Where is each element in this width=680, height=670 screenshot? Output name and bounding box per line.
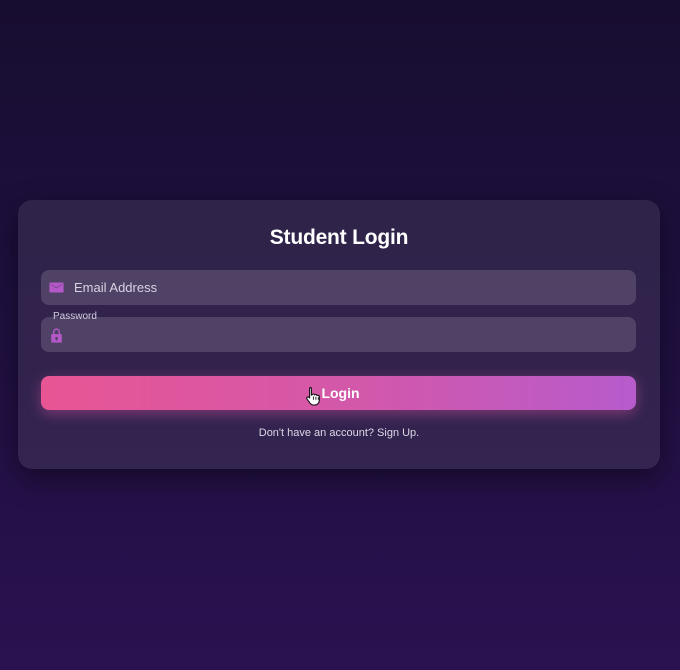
email-field[interactable]: Email Address <box>41 270 636 305</box>
login-button-label: Login <box>321 385 360 401</box>
email-placeholder: Email Address <box>74 280 158 295</box>
signup-link[interactable]: Don't have an account? Sign Up. <box>18 427 660 439</box>
login-card: Student Login Email Address Password Log… <box>18 200 660 469</box>
envelope-icon <box>48 279 65 296</box>
password-label: Password <box>53 311 97 322</box>
password-field[interactable] <box>41 317 636 352</box>
hand-pointer-icon <box>306 386 320 406</box>
login-button[interactable]: Login <box>41 376 636 410</box>
page-title: Student Login <box>269 226 409 249</box>
lock-icon <box>48 327 65 344</box>
